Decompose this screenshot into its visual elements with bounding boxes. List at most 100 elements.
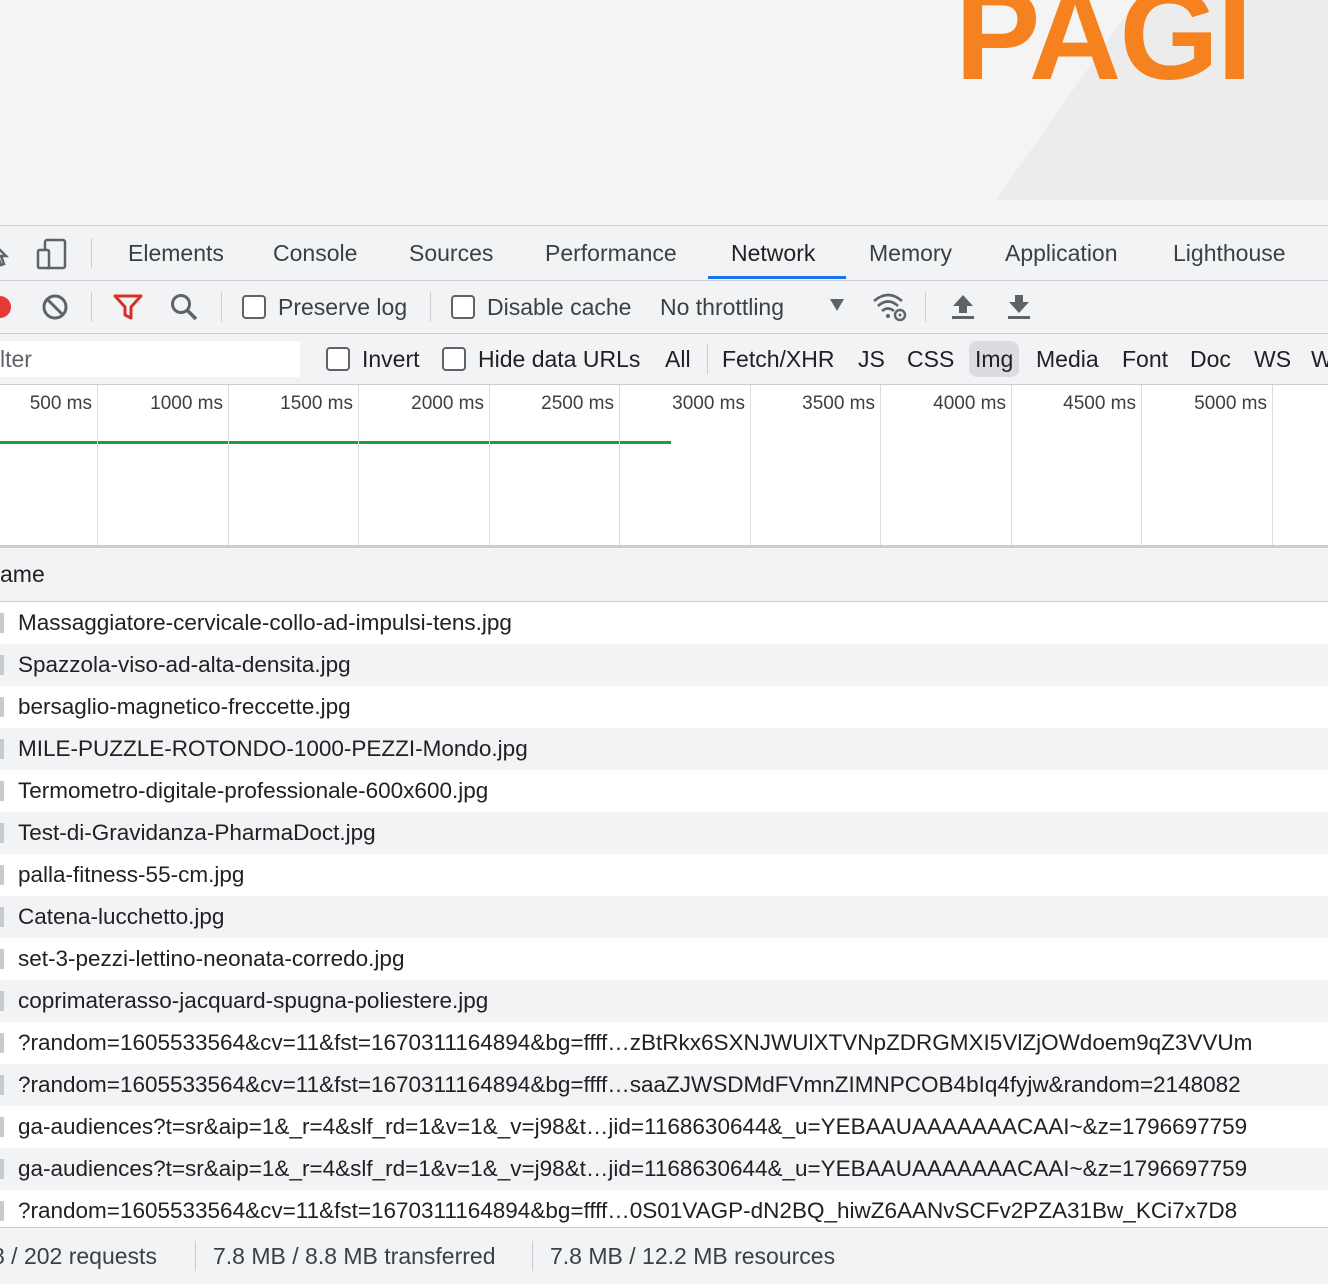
network-overview-timeline[interactable]: 500 ms 1000 ms 1500 ms 2000 ms 2500 ms 3000 m… — [0, 385, 1328, 548]
filter-type-wasm[interactable]: W — [1311, 334, 1328, 384]
tab-console[interactable]: Console — [273, 226, 357, 280]
tab-network[interactable]: Network — [731, 226, 815, 280]
status-divider — [195, 1241, 196, 1271]
table-row[interactable]: Massaggiatore-cervicale-collo-ad-impulsi… — [0, 602, 1328, 644]
status-resources: 7.8 MB / 12.2 MB resources — [550, 1243, 836, 1269]
clear-icon[interactable] — [41, 293, 69, 326]
request-name: ?random=1605533564&cv=11&fst=16703111648… — [18, 1198, 1238, 1223]
throttling-select[interactable]: No throttling — [660, 281, 784, 333]
table-row[interactable]: set-3-pezzi-lettino-neonata-corredo.jpg — [0, 938, 1328, 980]
table-row[interactable]: Termometro-digitale-professionale-600x60… — [0, 770, 1328, 812]
network-conditions-icon[interactable] — [872, 291, 908, 328]
chevron-down-icon[interactable] — [829, 298, 845, 317]
filter-type-img[interactable]: Img — [969, 341, 1020, 377]
filter-type-ws[interactable]: WS — [1254, 334, 1291, 384]
throttling-value: No throttling — [660, 294, 785, 320]
timeline-tick-label: 4000 ms — [933, 393, 1006, 414]
request-name: bersaglio-magnetico-freccette.jpg — [18, 694, 351, 719]
export-har-icon[interactable] — [1006, 293, 1032, 326]
filter-type-css[interactable]: CSS — [907, 334, 954, 384]
tab-memory[interactable]: Memory — [869, 226, 952, 280]
timeline-gridline — [750, 385, 751, 545]
table-row[interactable]: ?random=1605533564&cv=11&fst=16703111648… — [0, 1064, 1328, 1106]
request-name: MILE-PUZZLE-ROTONDO-1000-PEZZI-Mondo.jpg — [18, 736, 528, 761]
table-row[interactable]: ?random=1605533564&cv=11&fst=16703111648… — [0, 1190, 1328, 1232]
table-row[interactable]: bersaglio-magnetico-freccette.jpg — [0, 686, 1328, 728]
checkbox-box[interactable] — [242, 294, 266, 319]
invert-checkbox[interactable]: Invert — [326, 334, 420, 384]
timeline-tick-label: 4500 ms — [1063, 393, 1136, 414]
record-icon[interactable] — [0, 295, 12, 324]
timeline-tick-label: 2000 ms — [411, 393, 484, 414]
invert-label: Invert — [362, 346, 420, 372]
request-name: ga-audiences?t=sr&aip=1&_r=4&slf_rd=1&v=… — [18, 1114, 1248, 1139]
table-row[interactable]: ga-audiences?t=sr&aip=1&_r=4&slf_rd=1&v=… — [0, 1148, 1328, 1190]
filter-type-font[interactable]: Font — [1122, 334, 1168, 384]
image-thumbnail-icon — [0, 865, 4, 885]
timeline-tick-label: 3000 ms — [672, 393, 745, 414]
filter-type-media[interactable]: Media — [1036, 334, 1099, 384]
device-toolbar-icon[interactable] — [36, 238, 70, 275]
timeline-gridline — [1272, 385, 1273, 545]
table-row[interactable]: ga-audiences?t=sr&aip=1&_r=4&slf_rd=1&v=… — [0, 1106, 1328, 1148]
image-thumbnail-icon — [0, 1075, 4, 1095]
checkbox-box[interactable] — [451, 294, 475, 319]
image-thumbnail-icon — [0, 991, 4, 1011]
request-name: coprimaterasso-jacquard-spugna-poliester… — [18, 988, 489, 1013]
import-har-icon[interactable] — [950, 293, 976, 326]
timeline-gridline — [228, 385, 229, 545]
table-row[interactable]: coprimaterasso-jacquard-spugna-poliester… — [0, 980, 1328, 1022]
tab-sources[interactable]: Sources — [409, 226, 493, 280]
timeline-tick-label: 1000 ms — [150, 393, 223, 414]
timeline-gridline — [1011, 385, 1012, 545]
network-toolbar: Preserve log Disable cache No throttling — [0, 281, 1328, 334]
network-status-bar: 8 / 202 requests 7.8 MB / 8.8 MB transfe… — [0, 1227, 1328, 1284]
table-row[interactable]: Catena-lucchetto.jpg — [0, 896, 1328, 938]
checkbox-box[interactable] — [326, 346, 350, 371]
tab-performance[interactable]: Performance — [545, 226, 677, 280]
table-row[interactable]: MILE-PUZZLE-ROTONDO-1000-PEZZI-Mondo.jpg — [0, 728, 1328, 770]
column-header-name[interactable]: ame — [0, 548, 45, 601]
hide-data-urls-checkbox[interactable]: Hide data URLs — [442, 334, 640, 384]
table-row[interactable]: palla-fitness-55-cm.jpg — [0, 854, 1328, 896]
table-row[interactable]: ?random=1605533564&cv=11&fst=16703111648… — [0, 1022, 1328, 1064]
load-progress-line — [0, 441, 671, 444]
timeline-gridline — [1141, 385, 1142, 545]
devtools-panel: Elements Console Sources Performance Net… — [0, 225, 1328, 1284]
timeline-gridline — [358, 385, 359, 545]
filter-divider — [707, 344, 708, 374]
timeline-tick-label: 500 ms — [29, 393, 92, 414]
table-row[interactable]: Test-di-Gravidanza-PharmaDoct.jpg — [0, 812, 1328, 854]
inspect-element-icon[interactable] — [0, 238, 16, 273]
filter-icon[interactable] — [113, 293, 143, 326]
filter-type-all[interactable]: All — [665, 334, 691, 384]
search-icon[interactable] — [169, 292, 199, 327]
checkbox-box[interactable] — [442, 346, 466, 371]
timeline-tick-label: 5000 ms — [1194, 393, 1267, 414]
image-thumbnail-icon — [0, 1159, 4, 1179]
image-thumbnail-icon — [0, 1117, 4, 1137]
tab-application[interactable]: Application — [1005, 226, 1118, 280]
request-name: Spazzola-viso-ad-alta-densita.jpg — [18, 652, 351, 677]
disable-cache-checkbox[interactable]: Disable cache — [451, 281, 631, 333]
table-row[interactable]: Spazzola-viso-ad-alta-densita.jpg — [0, 644, 1328, 686]
disable-cache-label: Disable cache — [487, 294, 632, 320]
status-divider — [532, 1241, 533, 1271]
timeline-gridline — [489, 385, 490, 545]
requests-table-body: Massaggiatore-cervicale-collo-ad-impulsi… — [0, 602, 1328, 1232]
tab-elements[interactable]: Elements — [128, 226, 224, 280]
toolbar-divider — [925, 292, 926, 322]
request-name: Test-di-Gravidanza-PharmaDoct.jpg — [18, 820, 376, 845]
image-thumbnail-icon — [0, 613, 4, 633]
filter-type-doc[interactable]: Doc — [1190, 334, 1231, 384]
active-tab-indicator — [708, 276, 846, 279]
tab-lighthouse[interactable]: Lighthouse — [1173, 226, 1286, 280]
request-name: Catena-lucchetto.jpg — [18, 904, 225, 929]
filter-type-fetch-xhr[interactable]: Fetch/XHR — [722, 334, 834, 384]
timeline-tick-label: 2500 ms — [541, 393, 614, 414]
preserve-log-checkbox[interactable]: Preserve log — [242, 281, 407, 333]
image-thumbnail-icon — [0, 697, 4, 717]
timeline-gridline — [880, 385, 881, 545]
filter-input[interactable] — [0, 341, 300, 377]
filter-type-js[interactable]: JS — [858, 334, 885, 384]
